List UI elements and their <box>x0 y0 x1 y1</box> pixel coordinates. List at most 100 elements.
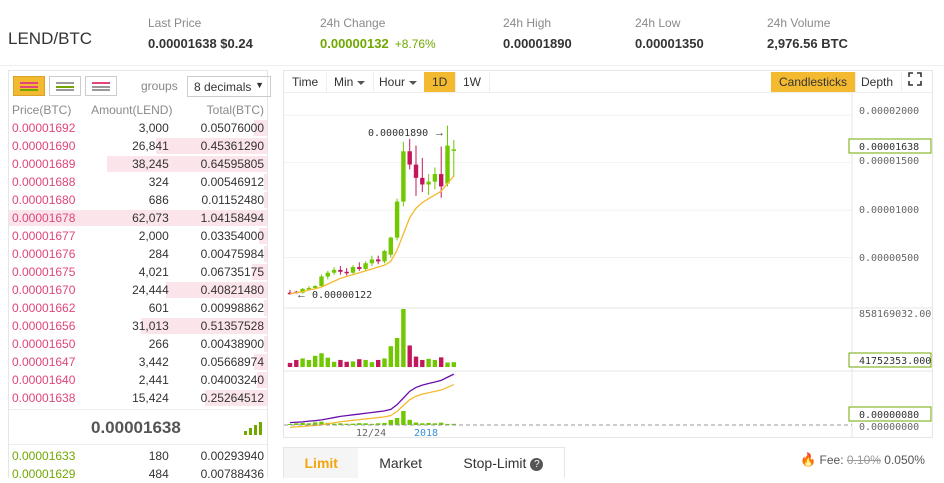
candle-body <box>420 177 425 185</box>
tab-market[interactable]: Market <box>358 448 442 478</box>
stat-label: 24h High <box>503 16 552 30</box>
orderbook-view-asks-button[interactable] <box>85 76 117 96</box>
ask-row[interactable]: 0.00001638 15,424 0.25264512 <box>9 389 267 407</box>
ask-amount: 324 <box>148 175 169 189</box>
candlestick-chart[interactable]: 0.00001890 → ← 0.00000122 0.00002000 0.0… <box>284 93 932 437</box>
candle-body <box>445 145 450 184</box>
asks-list: 0.00001692 3,000 0.05076000 0.00001690 26,84… <box>9 119 267 407</box>
ask-row[interactable]: 0.00001688 324 0.00546912 <box>9 173 267 191</box>
ask-row[interactable]: 0.00001647 3,442 0.05668974 <box>9 353 267 371</box>
tab-hour[interactable]: Hour <box>371 72 427 92</box>
tab-min[interactable]: Min <box>326 72 375 92</box>
ask-row[interactable]: 0.00001680 686 0.01152480 <box>9 191 267 209</box>
stat-label: 24h Change <box>320 16 386 30</box>
tab-hour-label: Hour <box>379 75 406 89</box>
low-annotation: 0.00000122 <box>312 290 372 301</box>
candle-body <box>338 269 343 272</box>
candle-body <box>401 151 406 202</box>
candlesticks-button[interactable]: Candlesticks <box>771 72 857 92</box>
ask-total: 0.40821480 <box>200 283 265 297</box>
groups-label: groups <box>141 79 178 93</box>
ask-price: 0.00001647 <box>12 355 76 369</box>
bid-row[interactable]: 0.00001629 484 0.00788436 <box>9 465 267 483</box>
indicator-tag: 0.00000080 <box>859 410 919 421</box>
ask-amount: 266 <box>148 337 169 351</box>
bid-total: 0.00293940 <box>200 449 265 463</box>
depth-bar <box>264 174 267 190</box>
volume-bar <box>401 309 406 367</box>
volume-bar <box>445 362 450 367</box>
ask-total: 0.00475984 <box>200 247 265 261</box>
indicator-bar <box>388 419 393 425</box>
volume-bar <box>338 359 343 367</box>
ask-total: 0.06735175 <box>200 265 265 279</box>
last-price-row: 0.00001638 <box>9 409 267 445</box>
volume-bar <box>306 359 312 367</box>
stat-label: 24h Volume <box>767 16 831 30</box>
ask-row[interactable]: 0.00001690 26,841 0.45361290 <box>9 137 267 155</box>
tab-time[interactable]: Time <box>284 72 328 92</box>
stat-value: 0.00001638 $0.24 <box>148 36 253 51</box>
stat-24h-high: 24h High 0.00001890 <box>503 16 572 51</box>
volume-bar <box>407 345 412 367</box>
ask-row[interactable]: 0.00001640 2,441 0.04003240 <box>9 371 267 389</box>
pair-title: LEND/BTC <box>8 29 93 48</box>
price-tick: 0.00000500 <box>859 253 919 264</box>
ask-price: 0.00001675 <box>12 265 76 279</box>
caret-down-icon <box>409 80 418 85</box>
ask-amount: 3,000 <box>138 121 169 135</box>
ask-price: 0.00001662 <box>12 301 76 315</box>
ask-row[interactable]: 0.00001689 38,245 0.64595805 <box>9 155 267 173</box>
ask-row[interactable]: 0.00001692 3,000 0.05076000 <box>9 119 267 137</box>
high-annotation: 0.00001890 <box>368 128 428 139</box>
ask-row[interactable]: 0.00001678 62,073 1.04158494 <box>9 209 267 227</box>
tab-limit[interactable]: Limit <box>284 448 359 478</box>
volume-bar <box>325 357 330 367</box>
ask-amount: 601 <box>148 301 169 315</box>
depth-button[interactable]: Depth <box>853 72 903 92</box>
volume-bar <box>313 355 318 367</box>
volume-bar <box>369 362 375 367</box>
ask-amount: 38,245 <box>132 157 169 171</box>
indicator-bar <box>407 419 412 425</box>
volume-bar <box>439 357 444 367</box>
candle-body <box>413 164 419 178</box>
ask-row[interactable]: 0.00001656 31,013 0.51357528 <box>9 317 267 335</box>
ask-row[interactable]: 0.00001650 266 0.00438900 <box>9 335 267 353</box>
orderbook-view-bids-button[interactable] <box>49 76 81 96</box>
stat-value: 0.00001890 <box>503 36 572 51</box>
ask-row[interactable]: 0.00001662 601 0.00998862 <box>9 299 267 317</box>
arrow-right-icon: → <box>434 127 445 139</box>
ask-amount: 15,424 <box>132 391 169 405</box>
ask-row[interactable]: 0.00001670 24,444 0.40821480 <box>9 281 267 299</box>
ask-total: 0.45361290 <box>200 139 265 153</box>
decimals-value: 8 decimals <box>194 80 252 94</box>
ask-amount: 2,441 <box>138 373 169 387</box>
ask-amount: 3,442 <box>138 355 169 369</box>
candle-body <box>363 263 368 269</box>
tab-1w[interactable]: 1W <box>455 72 490 92</box>
depth-bar <box>264 300 267 316</box>
orderbook-view-both-button[interactable] <box>13 76 45 96</box>
ask-row[interactable]: 0.00001675 4,021 0.06735175 <box>9 263 267 281</box>
ask-total: 0.05668974 <box>200 355 265 369</box>
help-icon[interactable]: ? <box>530 457 544 471</box>
volume-tag: 41752353.000 <box>859 356 931 367</box>
volume-bar <box>319 353 324 367</box>
arrow-left-icon: ← <box>296 289 307 301</box>
ask-amount: 31,013 <box>132 319 169 333</box>
x-label: 12/24 <box>356 428 386 437</box>
volume-bar <box>357 359 362 367</box>
stat-24h-volume: 24h Volume 2,976.56 BTC <box>767 16 848 51</box>
col-total: Total(BTC) <box>206 103 264 117</box>
bid-row[interactable]: 0.00001633 180 0.00293940 <box>9 447 267 465</box>
volume-bar <box>294 359 299 367</box>
fullscreen-icon[interactable] <box>900 72 930 92</box>
tab-stop-limit[interactable]: Stop-Limit? <box>443 448 564 478</box>
ask-total: 0.64595805 <box>200 157 265 171</box>
tab-1d[interactable]: 1D <box>424 72 457 92</box>
chart-panel: Time Min Hour 1D 1W Candlesticks Depth 0… <box>283 70 933 438</box>
ask-row[interactable]: 0.00001676 284 0.00475984 <box>9 245 267 263</box>
decimals-select[interactable]: 8 decimals ▼ <box>187 76 271 97</box>
ask-row[interactable]: 0.00001677 2,000 0.03354000 <box>9 227 267 245</box>
